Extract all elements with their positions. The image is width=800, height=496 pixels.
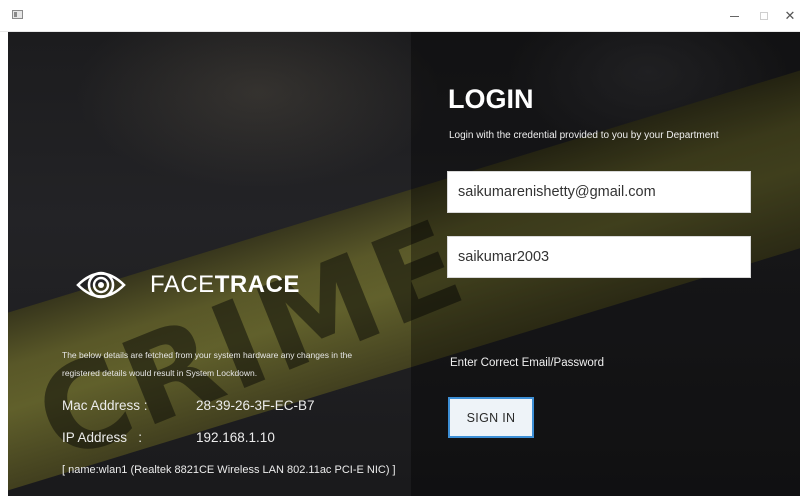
minimize-icon (729, 15, 739, 17)
eye-target-icon (76, 271, 126, 299)
app-icon (12, 10, 23, 19)
brand: FACETRACE (76, 260, 300, 310)
maximize-icon (760, 12, 768, 20)
maximize-button[interactable] (748, 0, 780, 32)
mac-address-value: 28-39-26-3F-EC-B7 (196, 398, 315, 413)
network-adapter-info: [ name:wlan1 (Realtek 8821CE Wireless LA… (62, 464, 396, 476)
mac-address-row: Mac Address : 28-39-26-3F-EC-B7 (62, 398, 315, 413)
minimize-button[interactable] (718, 0, 750, 32)
login-status-message: Enter Correct Email/Password (450, 357, 605, 369)
title-bar: ✕ (0, 0, 800, 32)
login-title: LOGIN (448, 84, 534, 114)
email-field[interactable] (447, 171, 751, 213)
main-content: CRIME FACETRACE The below details are fe… (8, 32, 800, 496)
brand-name-bold: TRACE (214, 271, 300, 298)
close-button[interactable]: ✕ (780, 0, 800, 32)
ip-address-row: IP Address : 192.168.1.10 (62, 430, 275, 445)
hardware-notice: The below details are fetched from your … (62, 350, 353, 378)
sign-in-button[interactable]: SIGN IN (448, 397, 534, 438)
ip-address-label: IP Address : (62, 430, 143, 445)
brand-name: FACETRACE (150, 271, 300, 299)
password-field[interactable] (447, 236, 751, 278)
brand-name-regular: FACE (150, 271, 215, 298)
close-icon: ✕ (784, 8, 796, 24)
mac-address-label: Mac Address : (62, 398, 148, 413)
app-window: ✕ CRIME FACETRACE The below details are … (0, 0, 800, 496)
login-subtitle: Login with the credential provided to yo… (449, 130, 719, 141)
ip-address-value: 192.168.1.10 (196, 430, 275, 445)
